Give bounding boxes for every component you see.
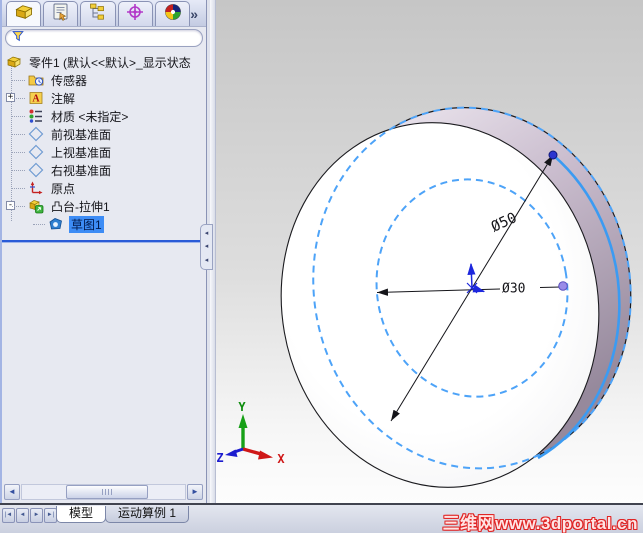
- filter-funnel-icon: [11, 29, 25, 48]
- part-icon: [6, 54, 23, 70]
- solidworks-window: » 零件1 (默认<<默认>_显示状态 传感器 + A 注解 材质 <未指定> …: [0, 0, 643, 533]
- triad-x-label: X: [277, 452, 285, 466]
- collapse-arrow-icon: ◂: [204, 256, 209, 264]
- triad-y-arrowhead: [238, 414, 248, 428]
- feature-tree: 零件1 (默认<<默认>_显示状态 传感器 + A 注解 材质 <未指定> 前视…: [2, 49, 206, 242]
- origin-icon: [28, 180, 45, 196]
- panel-tabbar: »: [2, 0, 206, 27]
- tree-item-material[interactable]: 材质 <未指定>: [2, 107, 206, 125]
- tree-item-annotations[interactable]: + A 注解: [2, 89, 206, 107]
- triad-z-arrowhead: [225, 449, 238, 457]
- scroll-track[interactable]: [21, 484, 186, 500]
- panel-horizontal-scrollbar[interactable]: ◄ ►: [4, 484, 203, 500]
- tree-item-front-plane[interactable]: 前视基准面: [2, 125, 206, 143]
- next-tab-button[interactable]: ►: [30, 508, 43, 523]
- sketch-icon: [48, 216, 65, 232]
- triad-y-label: Y: [238, 400, 246, 414]
- filter-input[interactable]: [5, 29, 203, 47]
- plane-icon: [28, 144, 45, 160]
- tree-item-right-plane[interactable]: 右视基准面: [2, 161, 206, 179]
- material-icon: [28, 108, 45, 124]
- collapse-arrow-icon: ◂: [204, 230, 209, 238]
- dimxpertmanager-icon: [125, 2, 145, 27]
- model-canvas[interactable]: Ø50 Ø30 Y X Z: [213, 0, 643, 502]
- tab-model[interactable]: 模型: [56, 506, 107, 523]
- tab-nav-buttons: |◄ ◄ ► ►|: [2, 508, 57, 523]
- graphics-viewport[interactable]: Ø50 Ø30 Y X Z: [216, 0, 643, 503]
- featuremanager-part-icon: [14, 2, 34, 27]
- rollback-bar[interactable]: [2, 240, 206, 242]
- tree-item-sketch1[interactable]: 草图1: [2, 215, 206, 233]
- tabbar-overflow-chevron[interactable]: »: [190, 6, 206, 26]
- bottom-bar: |◄ ◄ ► ►| 模型 运动算例 1 三维网www.3dportal.cn: [0, 503, 643, 533]
- boss-extrude-icon: [28, 198, 45, 214]
- selected-tree-label: 草图1: [69, 215, 104, 233]
- tab-motion-study-1[interactable]: 运动算例 1: [105, 506, 190, 523]
- tree-item-sensors[interactable]: 传感器: [2, 71, 206, 89]
- tree-root-label: 零件1 (默认<<默认>_显示状态: [29, 55, 191, 70]
- scroll-right-button[interactable]: ►: [187, 484, 203, 500]
- first-tab-button[interactable]: |◄: [2, 508, 15, 523]
- plane-icon: [28, 126, 45, 142]
- document-tabs: 模型 运动算例 1: [56, 506, 190, 523]
- triad-z-label: Z: [216, 451, 223, 465]
- tab-configurationmanager[interactable]: [80, 1, 116, 27]
- triad-x-axis: [242, 447, 262, 456]
- scroll-left-button[interactable]: ◄: [4, 484, 20, 500]
- panel-collapse-handle[interactable]: ◂ ◂ ◂: [200, 224, 213, 270]
- watermark: 三维网www.3dportal.cn: [442, 514, 638, 533]
- dim30-line-right[interactable]: [539, 286, 562, 288]
- dim30-label[interactable]: Ø30: [502, 282, 525, 297]
- tab-propertymanager[interactable]: [43, 1, 79, 27]
- scroll-thumb[interactable]: [66, 485, 148, 499]
- tab-dimxpertmanager[interactable]: [117, 1, 153, 27]
- featuremanager-panel: » 零件1 (默认<<默认>_显示状态 传感器 + A 注解 材质 <未指定> …: [0, 0, 207, 503]
- displaymanager-icon: [163, 2, 183, 27]
- tree-item-boss-extrude1[interactable]: - 凸台-拉伸1: [2, 197, 206, 215]
- triad-x-arrowhead: [258, 450, 273, 460]
- prev-tab-button[interactable]: ◄: [16, 508, 29, 523]
- tab-featuremanager[interactable]: [6, 1, 42, 27]
- collapse-arrow-icon: ◂: [204, 243, 209, 251]
- tree-item-part-root[interactable]: 零件1 (默认<<默认>_显示状态: [2, 53, 206, 71]
- tree-item-origin[interactable]: 原点: [2, 179, 206, 197]
- configurationmanager-icon: [88, 2, 108, 27]
- filter-row: [2, 27, 206, 49]
- tree-item-top-plane[interactable]: 上视基准面: [2, 143, 206, 161]
- svg-text:A: A: [32, 94, 40, 105]
- orientation-triad: Y X Z: [216, 400, 285, 466]
- propertymanager-icon: [51, 2, 71, 27]
- sketch-point-d30[interactable]: [558, 281, 568, 291]
- annotations-icon: A: [28, 90, 45, 106]
- sketch-point-d50[interactable]: [548, 150, 558, 160]
- plane-icon: [28, 162, 45, 178]
- tab-displaymanager[interactable]: [154, 1, 191, 27]
- sensors-icon: [28, 72, 45, 88]
